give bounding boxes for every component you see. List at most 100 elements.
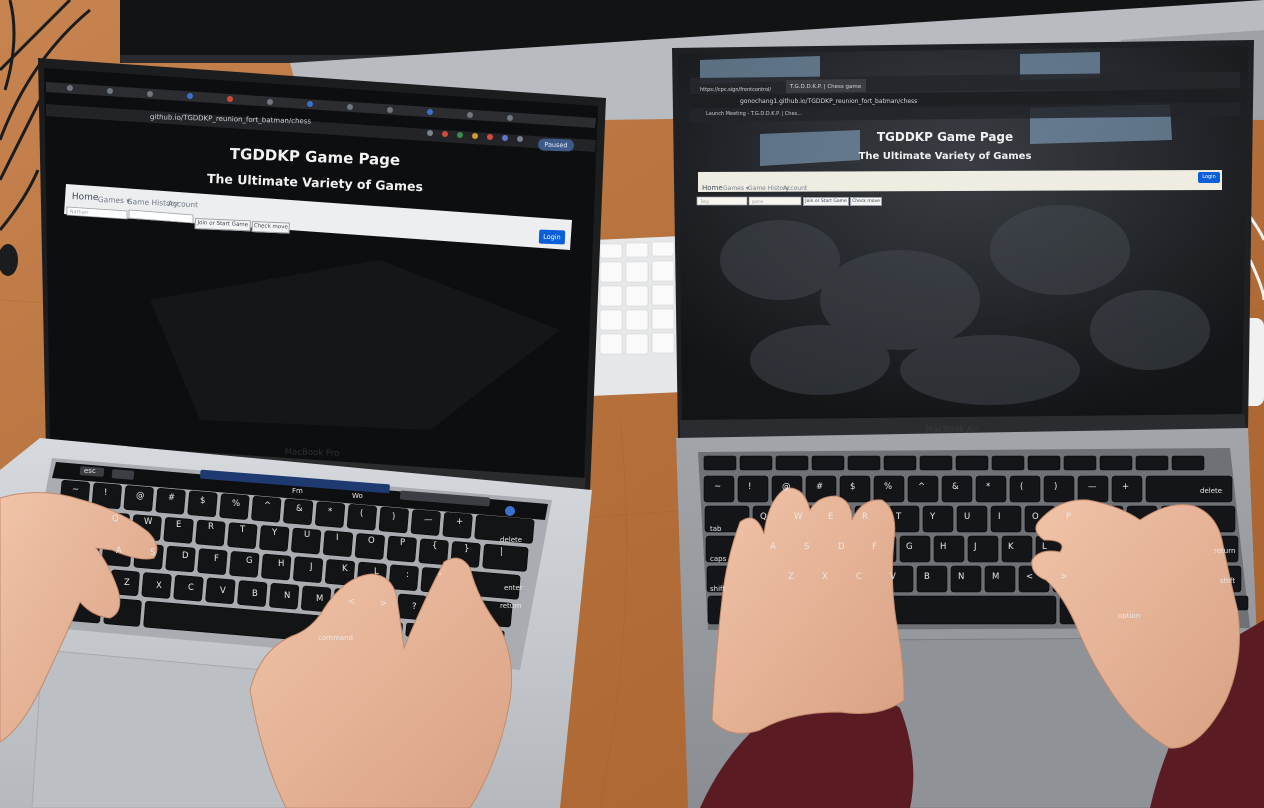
left-key-colon[interactable]: : [406, 570, 409, 580]
left-check-move-button[interactable]: Check move [251, 221, 290, 234]
right-key-q[interactable]: Q [760, 512, 767, 522]
left-key-a[interactable]: A [116, 546, 122, 556]
left-key-delete[interactable]: delete [500, 536, 522, 544]
right-join-game-button[interactable]: Join or Start Game [803, 197, 849, 206]
left-key-m[interactable]: M [316, 594, 323, 604]
right-key-t[interactable]: T [896, 512, 901, 522]
left-key-f[interactable]: F [214, 554, 219, 564]
right-key-g[interactable]: G [906, 542, 913, 552]
left-login-button[interactable]: Login [538, 229, 566, 245]
right-key-caps[interactable]: caps [710, 555, 726, 563]
left-key-t[interactable]: T [240, 525, 245, 535]
right-key-8[interactable]: * [986, 482, 990, 492]
left-key-quote[interactable]: " [438, 572, 442, 582]
left-key-j[interactable]: J [310, 562, 313, 572]
left-key-period[interactable]: > [380, 599, 387, 609]
left-key-v[interactable]: V [220, 586, 226, 596]
left-touchbar-esc[interactable]: esc [84, 467, 96, 475]
left-key-brace-open[interactable]: { [432, 541, 437, 551]
right-key-n[interactable]: N [958, 572, 964, 582]
left-key-d[interactable]: D [182, 551, 189, 561]
left-key-i[interactable]: I [336, 533, 339, 543]
left-key-1[interactable]: ! [104, 488, 107, 498]
right-first-tab[interactable]: https://cpc.sign/frontcontrol/ [700, 87, 771, 93]
left-key-brace-close[interactable]: } [464, 544, 469, 554]
left-join-game-button[interactable]: Join or Start Game [194, 218, 251, 232]
left-key-e[interactable]: E [176, 520, 181, 530]
left-key-n[interactable]: N [284, 591, 290, 601]
left-key-c[interactable]: C [188, 583, 194, 593]
right-address-url[interactable]: gonochang1.github.io/TGDDKP_reunion_fort… [740, 98, 917, 105]
right-key-u[interactable]: U [964, 512, 970, 522]
right-key-tilde[interactable]: ~ [714, 482, 721, 492]
right-nav-account[interactable]: Account [783, 185, 807, 192]
right-key-a[interactable]: A [770, 542, 776, 552]
right-check-move-button[interactable]: Check move [850, 197, 882, 206]
right-key-4[interactable]: $ [850, 482, 855, 492]
left-key-comma[interactable]: < [348, 597, 355, 607]
right-nav-games-dropdown[interactable]: Games ▾ [723, 185, 749, 192]
right-key-return[interactable]: return [1214, 547, 1235, 555]
right-key-m[interactable]: M [992, 572, 999, 582]
right-key-c[interactable]: C [856, 572, 862, 582]
right-key-comma[interactable]: < [1026, 572, 1033, 582]
left-key-s[interactable]: S [150, 548, 155, 558]
right-key-v[interactable]: V [890, 572, 896, 582]
right-key-7[interactable]: & [952, 482, 959, 492]
left-key-h[interactable]: H [278, 559, 284, 569]
left-key-y[interactable]: Y [272, 528, 277, 538]
left-nav-home[interactable]: Home [72, 192, 99, 203]
left-key-command[interactable]: command [318, 634, 353, 642]
right-key-2[interactable]: @ [782, 482, 791, 492]
right-key-i[interactable]: I [998, 512, 1001, 522]
right-key-y[interactable]: Y [930, 512, 935, 522]
right-key-minus[interactable]: — [1088, 482, 1097, 492]
right-key-j[interactable]: J [974, 542, 977, 552]
right-key-option[interactable]: option [1118, 612, 1140, 620]
left-touchbar-fm[interactable]: Fm [292, 487, 303, 495]
right-key-z[interactable]: Z [788, 572, 794, 582]
right-key-6[interactable]: ^ [918, 482, 925, 492]
left-key-x[interactable]: X [156, 581, 162, 591]
right-key-5[interactable]: % [884, 482, 892, 492]
right-key-0[interactable]: ) [1054, 482, 1057, 492]
right-key-w[interactable]: W [794, 512, 802, 522]
left-paused-badge[interactable]: Paused [537, 138, 575, 152]
left-key-plus[interactable]: + [456, 517, 463, 527]
right-key-delete[interactable]: delete [1200, 487, 1222, 495]
left-key-4[interactable]: $ [200, 496, 205, 506]
right-key-d[interactable]: D [838, 542, 845, 552]
left-key-minus[interactable]: — [424, 515, 433, 525]
left-key-p[interactable]: P [400, 538, 405, 548]
right-key-h[interactable]: H [940, 542, 946, 552]
left-key-u[interactable]: U [304, 530, 310, 540]
left-key-slash[interactable]: ? [412, 602, 417, 612]
right-key-k[interactable]: K [1008, 542, 1014, 552]
right-key-l[interactable]: L [1042, 542, 1047, 552]
left-key-2[interactable]: @ [136, 491, 145, 501]
left-key-g[interactable]: G [246, 556, 253, 566]
right-key-x[interactable]: X [822, 572, 828, 582]
right-key-shift-right[interactable]: shift [1220, 577, 1235, 585]
left-key-7[interactable]: & [296, 504, 303, 514]
left-key-5[interactable]: % [232, 499, 240, 509]
left-key-r[interactable]: R [208, 522, 214, 532]
right-key-b[interactable]: B [924, 572, 930, 582]
left-key-return[interactable]: return [500, 602, 521, 610]
left-key-pipe[interactable]: | [500, 547, 503, 557]
right-key-p[interactable]: P [1066, 512, 1071, 522]
left-key-k[interactable]: K [342, 564, 348, 574]
right-key-o[interactable]: O [1032, 512, 1039, 522]
left-key-tilde[interactable]: ~ [72, 485, 79, 495]
left-key-9[interactable]: ( [360, 509, 363, 519]
left-touchbar-wo[interactable]: Wo [352, 492, 363, 500]
right-key-f[interactable]: F [872, 542, 877, 552]
left-key-8[interactable]: * [328, 507, 332, 517]
left-key-q[interactable]: Q [112, 514, 119, 524]
right-name-input-value[interactable]: Toby [698, 198, 748, 205]
left-key-enter[interactable]: enter [504, 584, 523, 592]
left-key-l[interactable]: L [374, 567, 379, 577]
right-key-e[interactable]: E [828, 512, 833, 522]
right-key-s[interactable]: S [804, 542, 809, 552]
left-key-3[interactable]: # [168, 493, 175, 503]
